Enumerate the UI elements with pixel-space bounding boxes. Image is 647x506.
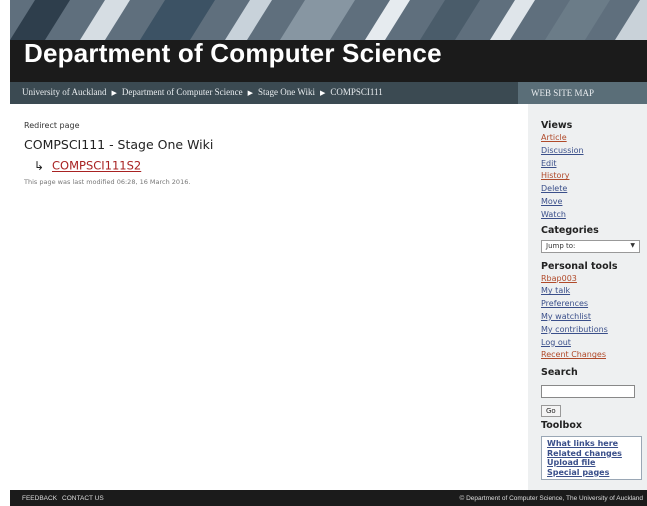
web-site-map-link[interactable]: WEB SITE MAP: [518, 82, 647, 104]
site-banner: Department of Computer Science: [10, 0, 647, 82]
banner-artwork: [10, 0, 647, 40]
categories-jump-select[interactable]: Jump to: ▼: [541, 239, 640, 253]
search-heading: Search: [541, 367, 578, 379]
view-history-link[interactable]: History: [541, 171, 647, 184]
site-title: Department of Computer Science: [24, 38, 442, 68]
breadcrumb-current-page[interactable]: COMPSCI111: [330, 87, 382, 97]
dropdown-arrow-icon: ▼: [630, 241, 635, 249]
jump-select-value: Jump to:: [546, 241, 576, 250]
last-modified-text: This page was last modified 06:28, 16 Ma…: [24, 178, 191, 186]
search-go-button[interactable]: Go: [541, 405, 561, 418]
categories-heading: Categories: [541, 224, 599, 236]
page-title: COMPSCI111 - Stage One Wiki: [24, 137, 214, 152]
site-footer: FEEDBACK CONTACT US © Department of Compu…: [10, 490, 647, 506]
view-article-link[interactable]: Article: [541, 133, 647, 146]
toolbox-panel: What links here Related changes Upload f…: [541, 436, 642, 481]
breadcrumb: University of Auckland ▶ Department of Com…: [22, 87, 383, 97]
view-edit-link[interactable]: Edit: [541, 159, 647, 172]
breadcrumb-separator-icon: ▶: [319, 89, 326, 97]
breadcrumb-stage-one-wiki[interactable]: Stage One Wiki: [258, 87, 315, 97]
contact-us-link[interactable]: CONTACT US: [62, 495, 104, 502]
redirect-page-label: Redirect page: [24, 121, 80, 130]
view-discussion-link[interactable]: Discussion: [541, 146, 647, 159]
footer-copyright: © Department of Computer Science, The Un…: [459, 495, 643, 502]
upload-file-link[interactable]: Upload file: [547, 458, 641, 468]
my-talk-link[interactable]: My talk: [541, 286, 647, 299]
sidebar: Views Article Discussion Edit History De…: [528, 104, 647, 490]
main-content: Redirect page COMPSCI111 - Stage One Wik…: [10, 104, 528, 490]
search-input[interactable]: [541, 385, 635, 399]
special-pages-link[interactable]: Special pages: [547, 468, 641, 478]
personal-tools-heading: Personal tools: [541, 260, 618, 272]
breadcrumb-separator-icon: ▶: [111, 89, 117, 97]
redirect-row: ↳ COMPSCI111S2: [24, 155, 528, 173]
redirect-arrow-icon: ↳: [34, 158, 45, 173]
my-contributions-link[interactable]: My contributions: [541, 325, 647, 338]
view-move-link[interactable]: Move: [541, 197, 647, 210]
related-changes-link[interactable]: Related changes: [547, 449, 641, 459]
preferences-link[interactable]: Preferences: [541, 299, 647, 312]
view-delete-link[interactable]: Delete: [541, 184, 647, 197]
breadcrumb-university[interactable]: University of Auckland: [22, 87, 107, 97]
redirect-target-link[interactable]: COMPSCI111S2: [52, 159, 141, 173]
breadcrumb-department[interactable]: Department of Computer Science: [122, 87, 243, 97]
toolbox-heading: Toolbox: [541, 420, 582, 432]
my-watchlist-link[interactable]: My watchlist: [541, 312, 647, 325]
views-heading: Views: [541, 120, 573, 131]
breadcrumb-separator-icon: ▶: [247, 89, 253, 97]
recent-changes-link[interactable]: Recent Changes: [541, 350, 647, 363]
footer-links: FEEDBACK CONTACT US: [22, 495, 109, 502]
view-watch-link[interactable]: Watch: [541, 210, 647, 223]
feedback-link[interactable]: FEEDBACK: [22, 495, 57, 502]
log-out-link[interactable]: Log out: [541, 338, 647, 351]
what-links-here-link[interactable]: What links here: [547, 439, 641, 449]
user-page-link[interactable]: Rbap003: [541, 274, 647, 287]
